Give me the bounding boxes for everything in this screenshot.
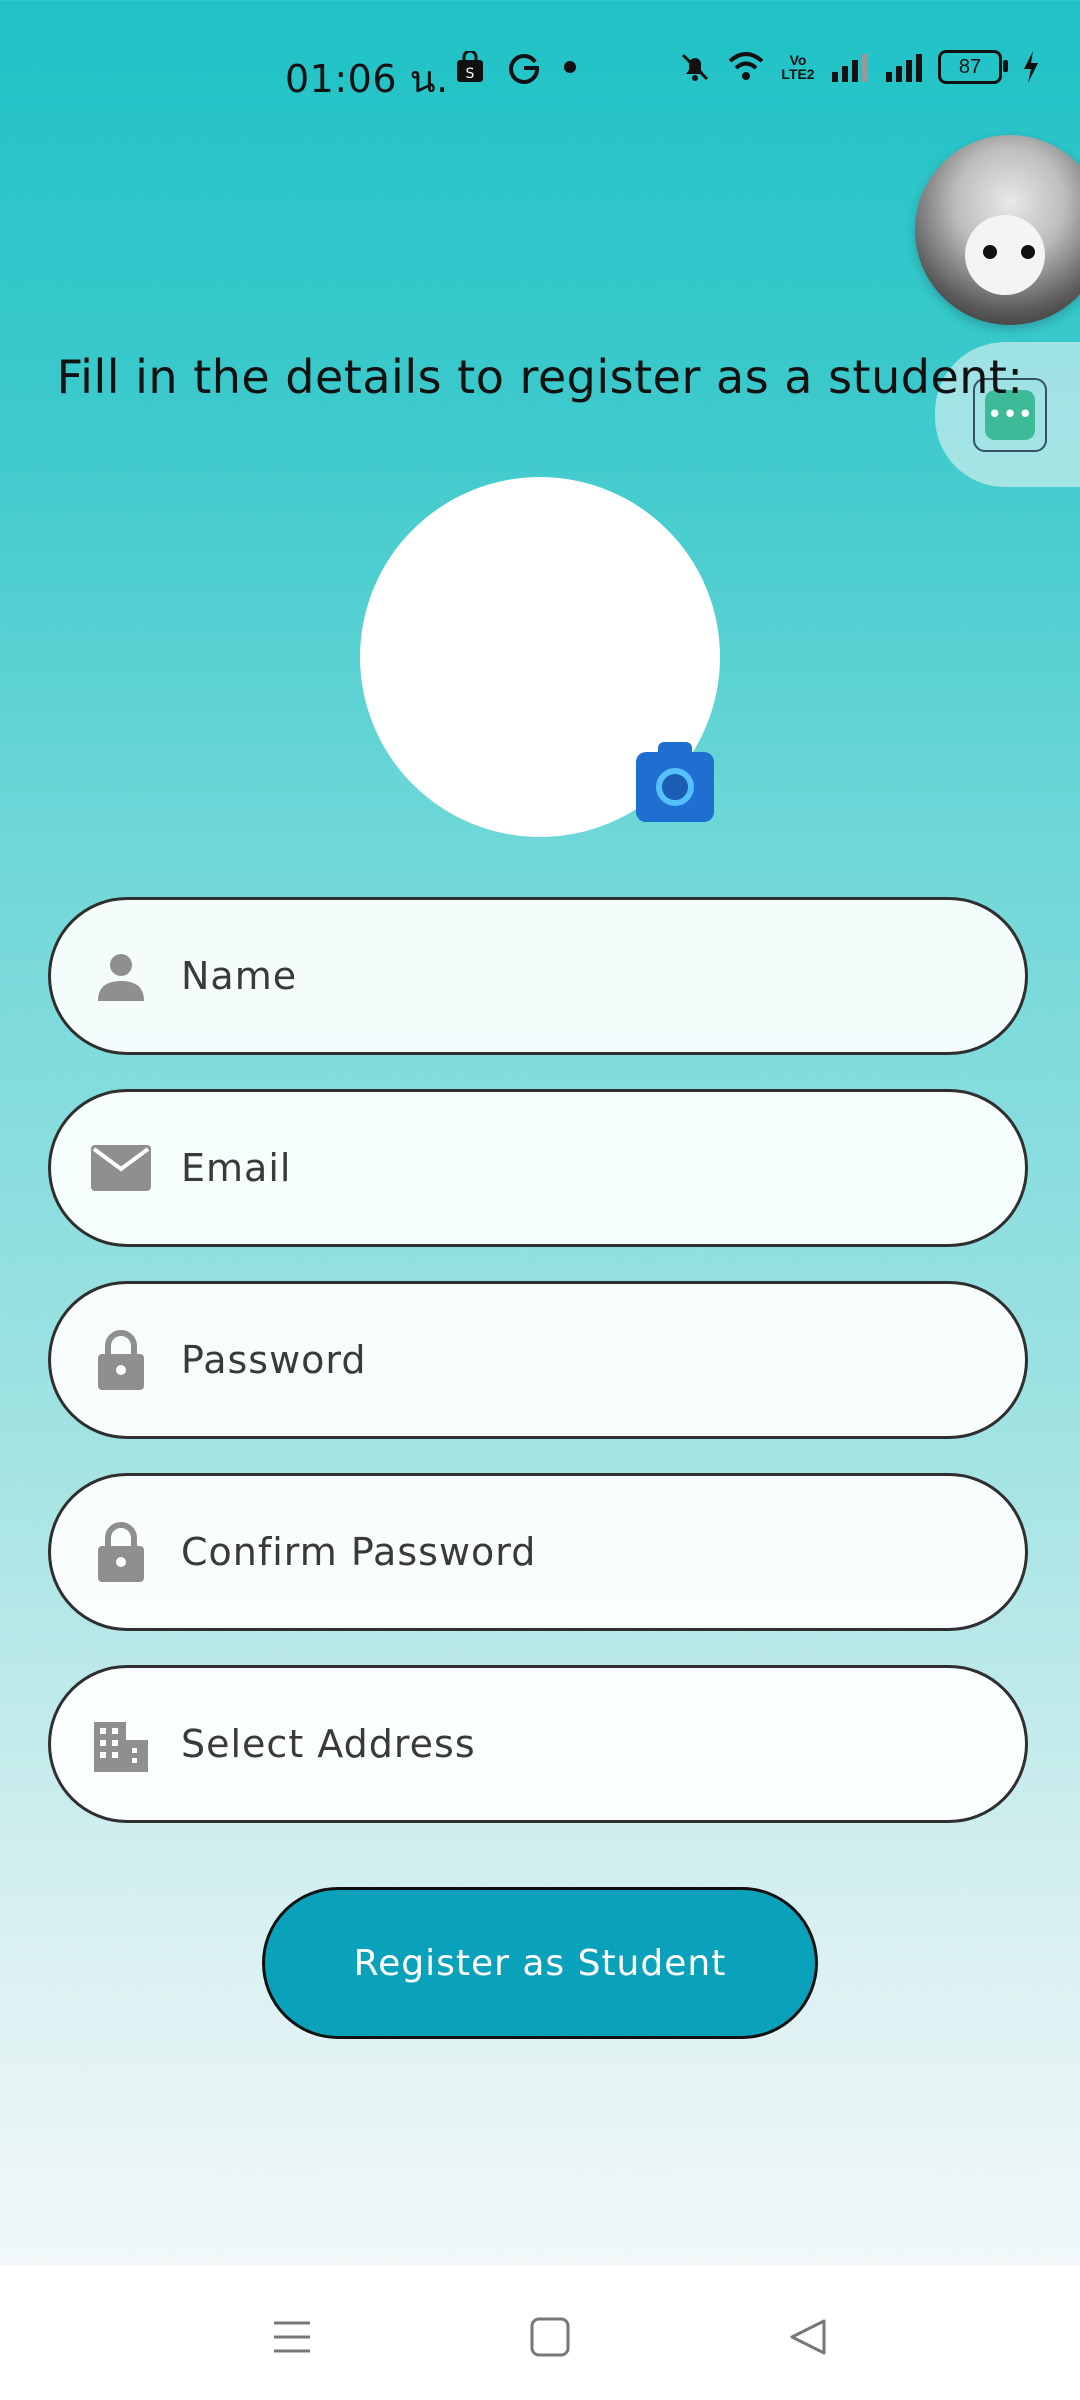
status-bar: 01:06 น. S Vo LTE2 87 bbox=[0, 0, 1080, 140]
email-field[interactable]: Email bbox=[48, 1089, 1028, 1247]
password-field[interactable]: Password bbox=[48, 1281, 1028, 1439]
menu-icon[interactable] bbox=[262, 2307, 322, 2367]
email-field-label: Email bbox=[181, 1146, 292, 1190]
svg-text:S: S bbox=[466, 66, 475, 82]
avatar-eye-left bbox=[983, 245, 997, 259]
status-system-icons: Vo LTE2 87 bbox=[678, 50, 1040, 84]
person-icon bbox=[89, 944, 153, 1008]
confirm-password-field[interactable]: Confirm Password bbox=[48, 1473, 1028, 1631]
camera-button[interactable] bbox=[636, 742, 714, 822]
bell-muted-icon bbox=[678, 50, 712, 84]
name-field-label: Name bbox=[181, 954, 298, 998]
avatar-eye-right bbox=[1021, 245, 1035, 259]
status-time: 01:06 น. bbox=[285, 57, 449, 101]
status-notification-icons: S bbox=[455, 50, 577, 84]
page-title: Fill in the details to register as a stu… bbox=[56, 350, 1024, 404]
register-button[interactable]: Register as Student bbox=[262, 1887, 818, 2039]
signal-icon-2 bbox=[884, 52, 924, 82]
system-nav-bar bbox=[0, 2265, 1080, 2400]
home-icon[interactable] bbox=[520, 2307, 580, 2367]
shopping-bag-icon: S bbox=[455, 51, 485, 83]
lock-icon bbox=[89, 1328, 153, 1392]
camera-icon bbox=[656, 768, 694, 806]
address-field-label: Select Address bbox=[181, 1722, 476, 1766]
name-field[interactable]: Name bbox=[48, 897, 1028, 1055]
back-icon[interactable] bbox=[778, 2307, 838, 2367]
lock-icon bbox=[89, 1520, 153, 1584]
google-g-icon bbox=[507, 50, 541, 84]
password-field-label: Password bbox=[181, 1338, 367, 1382]
address-field[interactable]: Select Address bbox=[48, 1665, 1028, 1823]
charging-icon bbox=[1022, 51, 1040, 83]
volte-icon: Vo LTE2 bbox=[781, 52, 815, 82]
wifi-icon bbox=[726, 51, 766, 83]
battery-icon: 87 bbox=[938, 50, 1008, 84]
mail-icon bbox=[89, 1136, 153, 1200]
building-icon bbox=[89, 1712, 153, 1776]
confirm-password-field-label: Confirm Password bbox=[181, 1530, 537, 1574]
dot-icon bbox=[563, 60, 577, 74]
floating-avatar[interactable] bbox=[915, 135, 1080, 325]
signal-icon-1 bbox=[830, 52, 870, 82]
